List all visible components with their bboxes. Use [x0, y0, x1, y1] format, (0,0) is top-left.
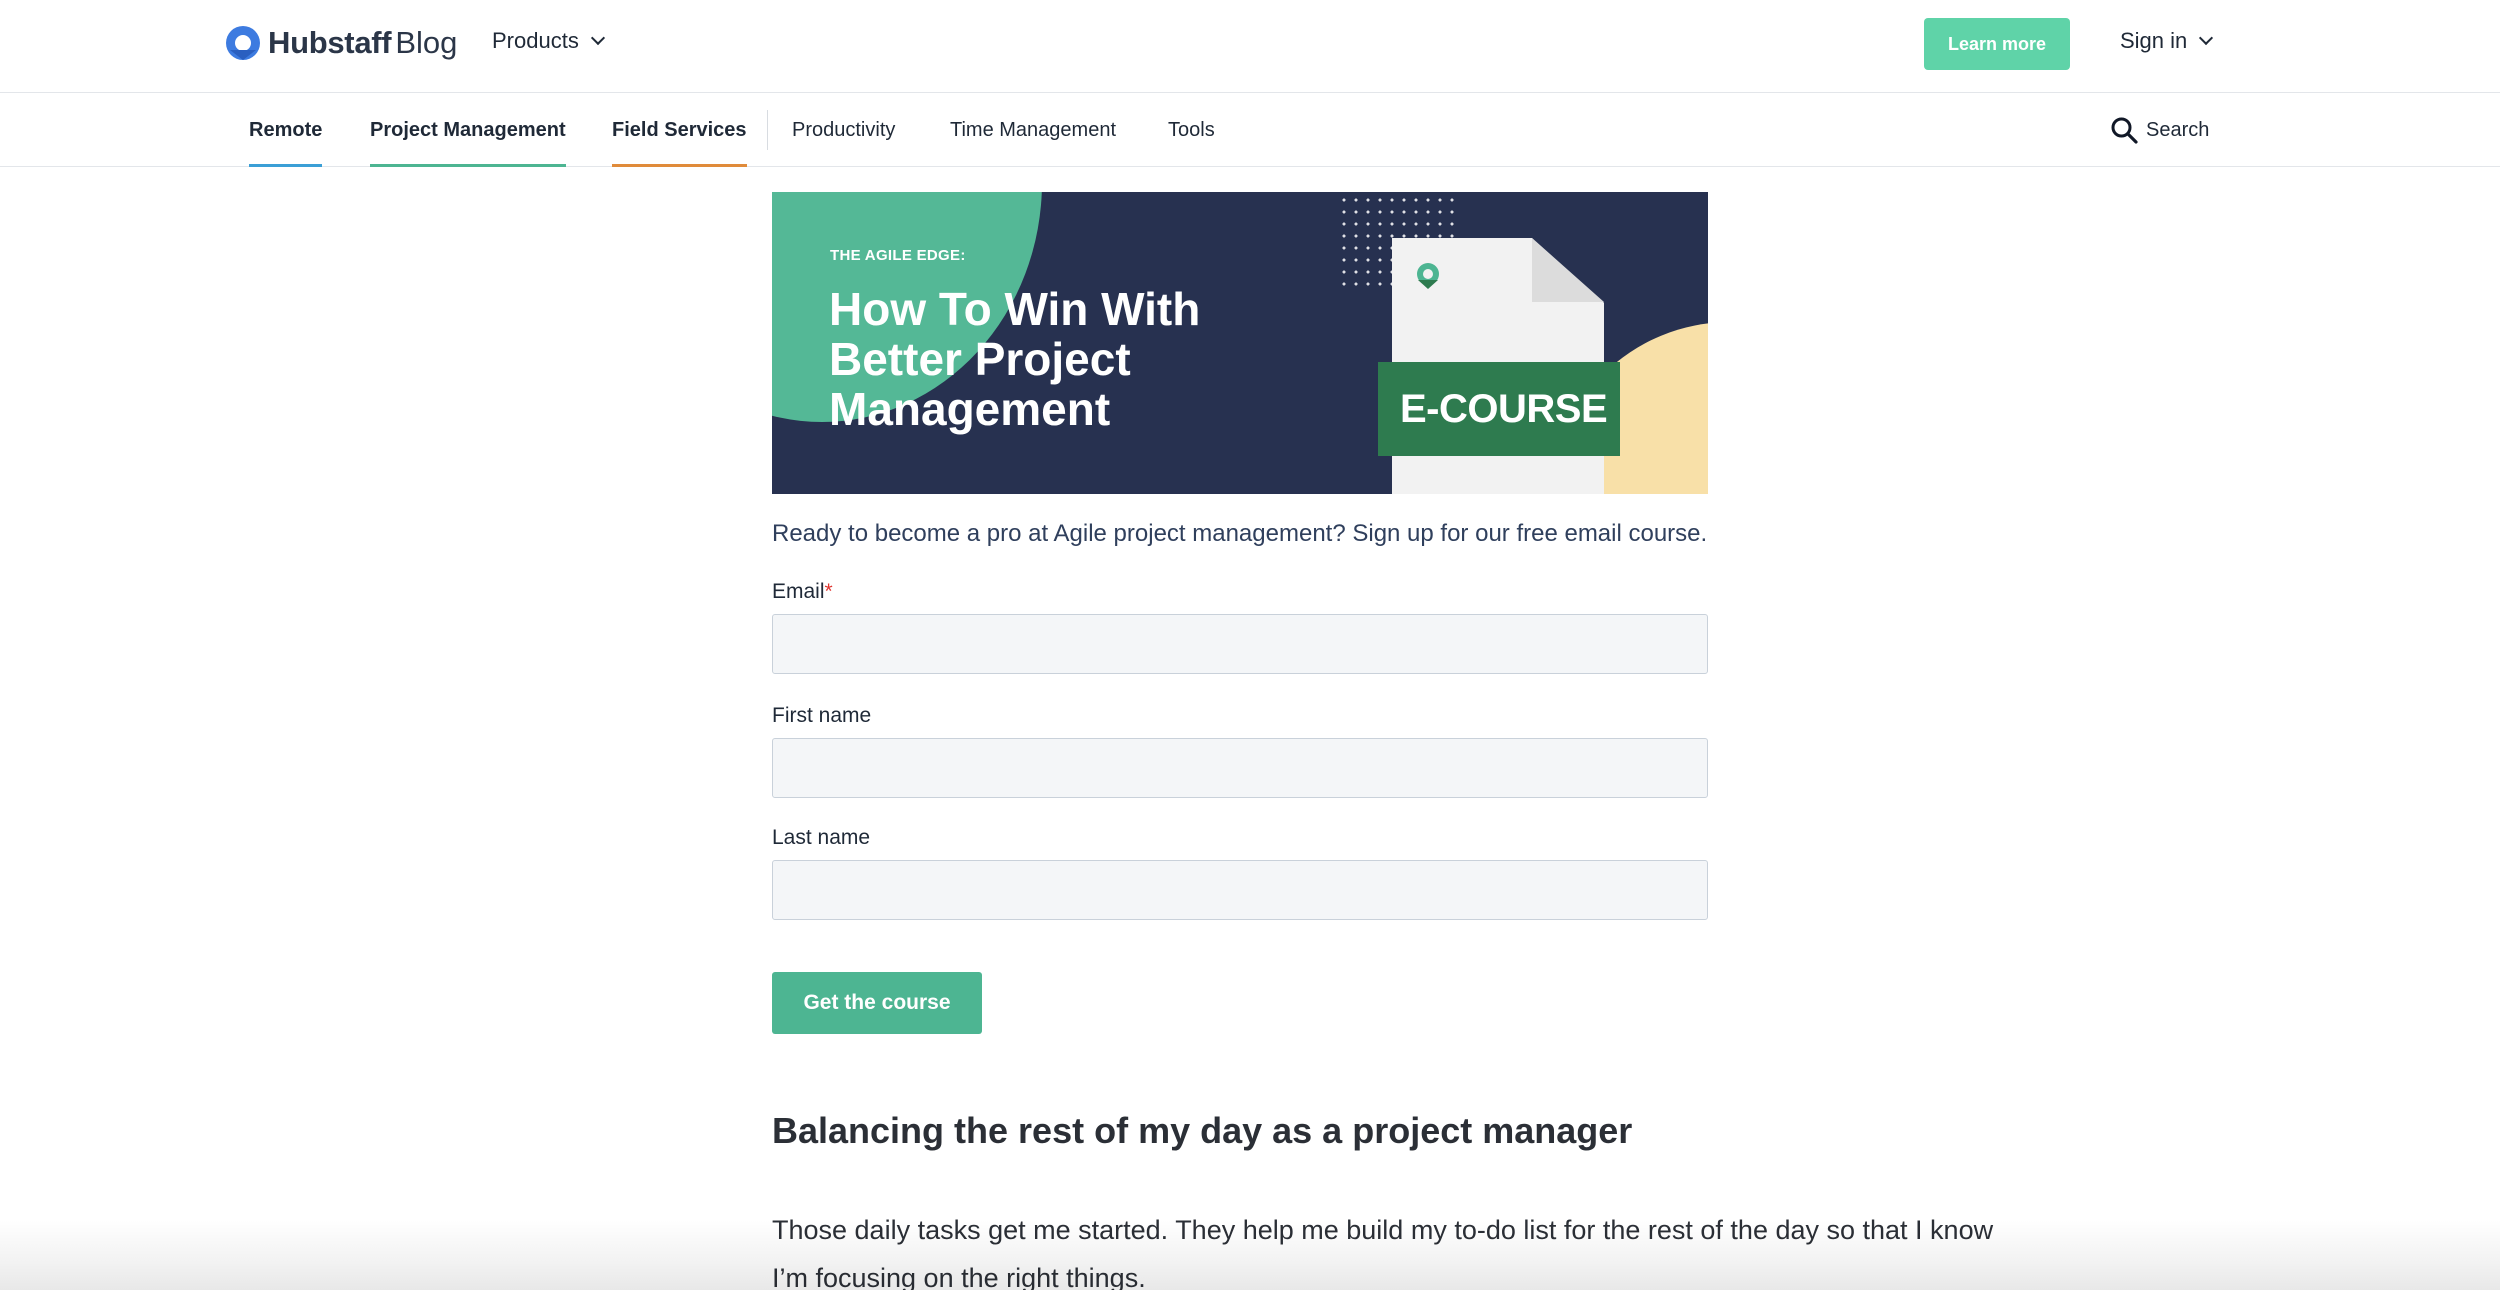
logo-blog-text: Blog: [395, 25, 458, 60]
search-label: Search: [2146, 118, 2210, 141]
chevron-down-icon: [2199, 30, 2214, 46]
nav-item-project-management[interactable]: Project Management: [370, 93, 566, 167]
search-button[interactable]: Search: [2110, 93, 2209, 167]
first-name-label: First name: [772, 704, 872, 727]
nav-underline: [370, 164, 566, 167]
nav-item-label: Project Management: [370, 118, 566, 141]
hubstaff-blog-logo[interactable]: Hubstaff Blog: [224, 24, 457, 62]
nav-item-label: Time Management: [950, 118, 1116, 141]
search-icon: [2111, 117, 2138, 144]
nav-underline: [249, 164, 323, 167]
nav-item-remote[interactable]: Remote: [249, 93, 323, 167]
ecourse-banner[interactable]: THE AGILE EDGE: How To Win With Better P…: [772, 192, 1708, 494]
hubstaff-logo-icon: [1417, 263, 1439, 289]
banner-headline: How To Win With Better Project Managemen…: [829, 283, 1201, 435]
email-label: Email*: [772, 580, 833, 604]
learn-more-button[interactable]: Learn more: [1924, 18, 2070, 70]
products-dropdown[interactable]: Products: [492, 28, 605, 54]
last-name-label: Last name: [772, 826, 871, 849]
form-intro-text: Ready to become a pro at Agile project m…: [772, 520, 1708, 547]
nav-item-label: Tools: [1168, 118, 1215, 141]
chevron-down-icon: [590, 30, 605, 46]
article-paragraph: Those daily tasks get me started. They h…: [772, 1215, 1994, 1290]
last-name-field[interactable]: [772, 860, 1708, 920]
banner-kicker: THE AGILE EDGE:: [830, 247, 966, 264]
nav-item-label: Remote: [249, 118, 323, 141]
document-fold: [1532, 238, 1604, 302]
category-nav: Remote Project Management Field Services…: [0, 93, 2500, 167]
nav-item-tools[interactable]: Tools: [1168, 93, 1215, 167]
required-asterisk: *: [824, 580, 833, 603]
section-heading: Balancing the rest of my day as a projec…: [772, 1110, 1633, 1151]
nav-divider: [767, 110, 768, 150]
email-field[interactable]: [772, 614, 1708, 674]
hubstaff-logo-icon: [226, 26, 260, 60]
first-name-field[interactable]: [772, 738, 1708, 798]
nav-item-time-management[interactable]: Time Management: [950, 93, 1116, 167]
nav-item-label: Field Services: [612, 118, 747, 141]
nav-item-label: Productivity: [792, 118, 896, 141]
get-the-course-button[interactable]: Get the course: [772, 972, 982, 1034]
email-label-text: Email: [772, 580, 825, 603]
nav-item-productivity[interactable]: Productivity: [792, 93, 895, 167]
products-label: Products: [492, 28, 579, 53]
sign-in-dropdown[interactable]: Sign in: [2120, 28, 2214, 54]
nav-underline: [612, 164, 747, 167]
logo-brand-text: Hubstaff: [268, 25, 392, 60]
ecourse-badge: E-COURSE: [1378, 362, 1620, 456]
top-header: Hubstaff Blog Products Learn more Sign i…: [0, 0, 2500, 93]
sign-in-label: Sign in: [2120, 28, 2188, 53]
nav-item-field-services[interactable]: Field Services: [612, 93, 747, 167]
